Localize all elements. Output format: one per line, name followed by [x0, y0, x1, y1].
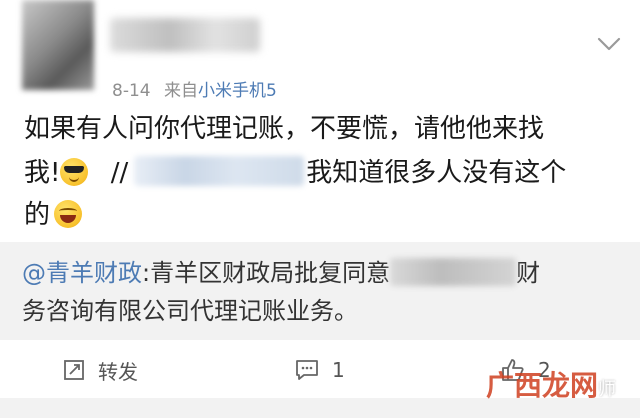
repost-line-1: @青羊财政:青羊区财政局批复同意 财: [22, 254, 622, 292]
weibo-post-card: 8-14 来自小米手机5 如果有人问你代理记账，不要慌，请他他来找 我! //我…: [0, 0, 640, 418]
company-name-redacted: [390, 258, 517, 286]
repost-text: @青羊财政:青羊区财政局批复同意 财 务咨询有限公司代理记账业务。: [22, 254, 622, 330]
post-date: 8-14: [112, 81, 151, 101]
repost-slashes: //: [110, 158, 129, 188]
post-line-2-start: 我!: [24, 158, 61, 188]
repost-user-link[interactable]: @青羊财政: [22, 259, 142, 287]
repost-text-1-tail: 财: [516, 259, 541, 287]
username-redacted[interactable]: [110, 18, 260, 52]
repost-line-2: 务咨询有限公司代理记账业务。: [22, 297, 358, 325]
laugh-emoji-icon: [54, 200, 83, 228]
cool-emoji-icon: [60, 158, 89, 186]
post-source-device[interactable]: 小米手机5: [198, 81, 277, 101]
post-line-2: 我! // 我知道很多人没有这个: [24, 152, 566, 194]
comment-icon: [296, 360, 318, 380]
comment-count: 1: [332, 358, 345, 382]
avatar[interactable]: [22, 0, 94, 90]
post-source-prefix: 来自: [164, 81, 198, 101]
chevron-down-icon[interactable]: [596, 34, 622, 54]
repost-colon: :: [142, 259, 151, 287]
watermark-tail: 师: [598, 379, 617, 400]
post-line-1: 如果有人问你代理记账，不要慌，请他他来找: [24, 114, 545, 144]
comment-button[interactable]: 1: [294, 353, 345, 387]
post-line-3: 的: [24, 194, 83, 236]
mention-redacted[interactable]: [134, 156, 305, 186]
site-watermark: 广西龙网师: [486, 364, 640, 418]
repost-label: 转发: [98, 359, 138, 384]
repost-box[interactable]: @青羊财政:青羊区财政局批复同意 财 务咨询有限公司代理记账业务。: [0, 242, 640, 340]
repost-icon: [64, 360, 84, 380]
repost-button[interactable]: 转发: [62, 353, 138, 387]
watermark-text: 广西龙网: [486, 369, 599, 402]
post-line-3-text: 的: [24, 200, 51, 230]
post-meta: 8-14 来自小米手机5: [112, 76, 277, 101]
repost-text-1: 青羊区财政局批复同意: [150, 259, 391, 287]
post-line-2-end: 我知道很多人没有这个: [306, 158, 567, 188]
